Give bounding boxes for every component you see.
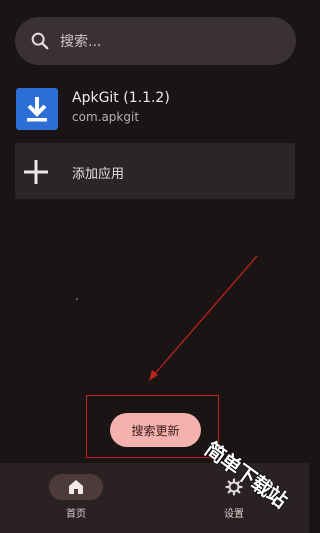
app-name: ApkGit (1.1.2) <box>72 90 170 106</box>
app-list-item[interactable]: ApkGit (1.1.2) com.apkgit <box>0 81 309 135</box>
bottom-navigation: 首页 设置 <box>0 463 309 533</box>
search-bar[interactable]: 搜索... <box>15 17 296 65</box>
add-app-button[interactable]: 添加应用 <box>15 143 295 199</box>
add-app-label: 添加应用 <box>72 167 125 182</box>
download-icon <box>16 88 58 130</box>
search-updates-button[interactable]: 搜索更新 <box>110 413 201 447</box>
app-package: com.apkgit <box>72 110 140 124</box>
stray-dot <box>76 298 78 300</box>
nav-label-settings: 设置 <box>224 509 244 520</box>
nav-item-settings[interactable]: 设置 <box>194 463 274 533</box>
plus-icon <box>24 160 48 184</box>
search-icon <box>31 32 49 50</box>
gear-icon <box>225 478 243 496</box>
home-icon <box>69 480 83 494</box>
search-placeholder: 搜索... <box>60 34 102 50</box>
nav-item-home[interactable]: 首页 <box>36 463 116 533</box>
nav-label-home: 首页 <box>66 509 86 520</box>
